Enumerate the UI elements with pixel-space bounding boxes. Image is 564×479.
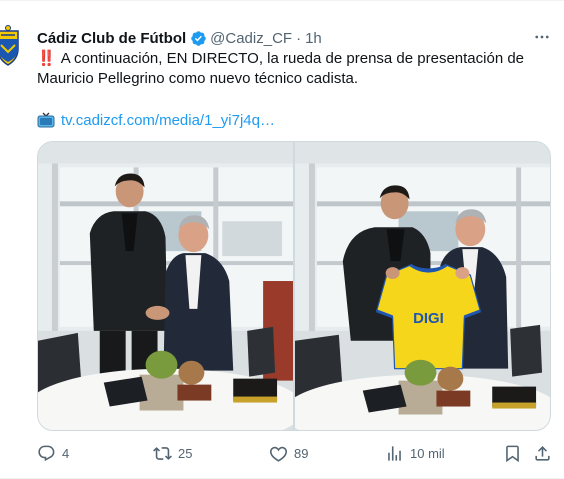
tweet-text: ‼️ A continuación, EN DIRECTO, la rueda d…	[37, 49, 542, 89]
author-display-name[interactable]: Cádiz Club de Fútbol	[37, 30, 186, 47]
reply-button[interactable]: 4	[37, 441, 69, 465]
photo-handshake[interactable]	[38, 142, 293, 430]
views-count: 10 mil	[410, 445, 445, 461]
tv-icon	[37, 112, 55, 128]
tweet-media: DIGI	[37, 141, 551, 431]
tweet-link-row: tv.cadizcf.com/media/1_yi7j4q…	[37, 109, 275, 131]
double-exclamation-emoji: ‼️	[37, 50, 56, 67]
share-button[interactable]	[533, 441, 558, 465]
bookmark-icon	[506, 445, 519, 462]
retweet-icon	[153, 446, 172, 460]
reply-icon	[38, 445, 55, 461]
tweet-body: A continuación, EN DIRECTO, la rueda de …	[37, 50, 525, 87]
heart-icon	[269, 446, 288, 462]
reply-count: 4	[62, 445, 70, 461]
tweet-link[interactable]: tv.cadizcf.com/media/1_yi7j4q…	[61, 112, 275, 129]
views-chart-icon	[388, 445, 401, 461]
views-button[interactable]: 10 mil	[385, 441, 445, 465]
tweet-timestamp[interactable]: 1h	[305, 30, 322, 47]
jersey-sponsor-text: DIGI	[413, 310, 444, 327]
photo-jersey-presentation[interactable]: DIGI	[295, 142, 550, 430]
cadiz-crest-icon[interactable]	[0, 25, 20, 67]
tweet-actions: 4 25 89 10 mil	[37, 441, 552, 465]
tweet[interactable]: Cádiz Club de Fútbol @Cadiz_CF · 1h ‼️ A …	[0, 0, 564, 479]
author-handle[interactable]: @Cadiz_CF	[210, 30, 292, 47]
verified-badge-icon	[190, 30, 207, 47]
bookmark-button[interactable]	[503, 441, 528, 465]
separator-dot: ·	[296, 29, 302, 47]
share-icon	[535, 445, 550, 461]
like-button[interactable]: 89	[269, 441, 308, 465]
more-horizontal-icon[interactable]	[530, 25, 554, 49]
retweet-count: 25	[178, 445, 193, 461]
retweet-button[interactable]: 25	[153, 441, 192, 465]
like-count: 89	[294, 445, 309, 461]
tweet-header: Cádiz Club de Fútbol @Cadiz_CF · 1h	[37, 27, 322, 49]
